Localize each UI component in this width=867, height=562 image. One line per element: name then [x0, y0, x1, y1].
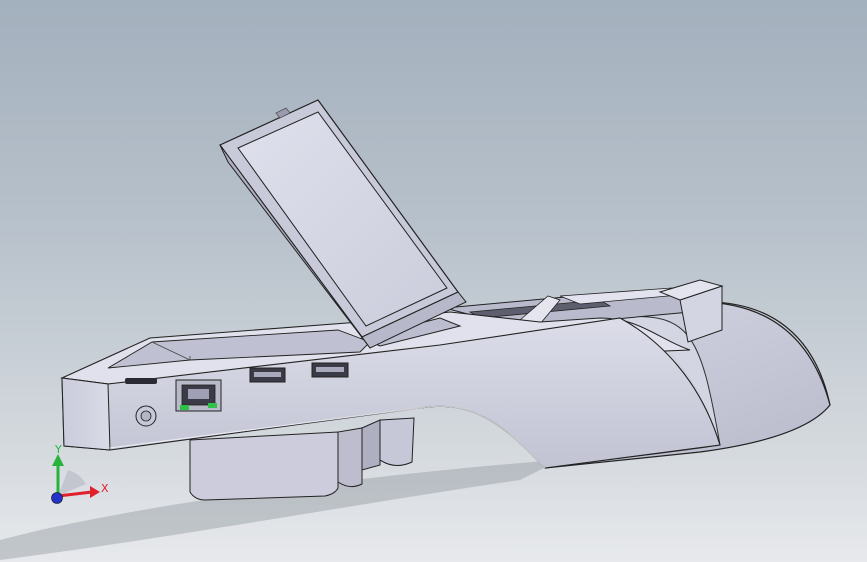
usb-port-1	[249, 367, 286, 383]
ethernet-port	[175, 379, 222, 412]
z-axis-dot	[51, 492, 63, 504]
tilt-display	[219, 99, 467, 349]
usb-port-2	[311, 362, 349, 378]
x-axis-arrowhead	[90, 486, 100, 498]
graphics-viewport[interactable]: Y X	[0, 0, 867, 562]
coordinate-triad[interactable]: Y X	[51, 443, 110, 504]
power-label	[125, 378, 157, 384]
cad-model[interactable]: Y X	[0, 0, 867, 562]
triad-x-label: X	[101, 482, 109, 495]
power-jack	[135, 405, 157, 427]
triad-y-label: Y	[54, 443, 62, 456]
